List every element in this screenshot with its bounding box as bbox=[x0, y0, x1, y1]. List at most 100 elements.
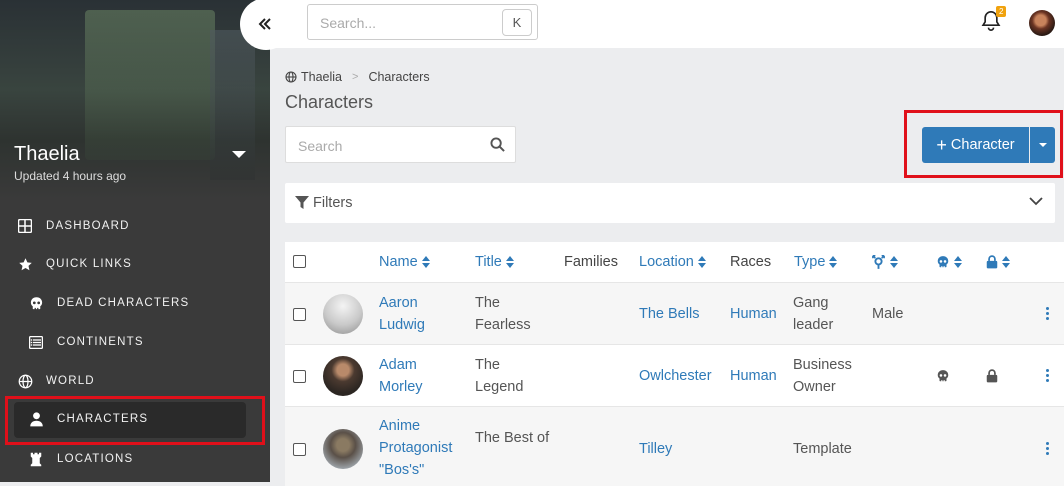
sidebar: Thaelia Updated 4 hours ago DASHBOARD QU… bbox=[0, 0, 270, 482]
sort-icon bbox=[829, 256, 838, 268]
filter-icon bbox=[295, 196, 309, 209]
breadcrumb-current[interactable]: Characters bbox=[368, 70, 429, 84]
character-avatar bbox=[323, 356, 363, 396]
sidebar-item-dashboard[interactable]: DASHBOARD bbox=[0, 208, 270, 244]
breadcrumb: Thaelia > Characters bbox=[285, 70, 430, 84]
sort-icon bbox=[505, 256, 514, 268]
column-header-location[interactable]: Location bbox=[639, 242, 706, 282]
sort-icon bbox=[1002, 256, 1010, 268]
search-placeholder: Search bbox=[298, 138, 343, 154]
character-race-link[interactable]: Human bbox=[730, 365, 777, 387]
sidebar-item-label: DEAD CHARACTERS bbox=[57, 297, 190, 309]
caret-down-icon bbox=[1038, 143, 1047, 147]
list-icon bbox=[27, 333, 45, 351]
lock-icon bbox=[986, 255, 998, 269]
column-header-label: Location bbox=[639, 254, 694, 270]
skull-icon bbox=[937, 370, 949, 382]
sidebar-item-quick-links[interactable]: QUICK LINKS bbox=[0, 246, 270, 282]
character-name-link[interactable]: Adam Morley bbox=[379, 354, 459, 398]
table-row[interactable]: Adam Morley The Legend Owlchester Human … bbox=[285, 344, 1064, 406]
table-row[interactable]: Aaron Ludwig The Fearless The Bells Huma… bbox=[285, 282, 1064, 344]
filters-label: Filters bbox=[313, 195, 353, 211]
dashboard-icon bbox=[16, 217, 34, 235]
character-name-link[interactable]: Anime Protagonist "Bos's" bbox=[379, 415, 469, 481]
filters-panel[interactable]: Filters bbox=[285, 183, 1055, 223]
sidebar-item-world[interactable]: WORLD bbox=[0, 363, 270, 399]
select-all-checkbox[interactable] bbox=[293, 255, 306, 268]
global-search-input[interactable]: Search... K bbox=[307, 4, 538, 40]
sidebar-item-label: LOCATIONS bbox=[57, 453, 134, 465]
user-avatar[interactable] bbox=[1029, 10, 1055, 36]
character-name-link[interactable]: Aaron Ludwig bbox=[379, 292, 459, 336]
sidebar-item-label: WORLD bbox=[46, 375, 95, 387]
column-header-label: Title bbox=[475, 254, 502, 270]
search-shortcut-key: K bbox=[502, 9, 532, 36]
globe-icon bbox=[285, 71, 297, 83]
breadcrumb-separator: > bbox=[352, 71, 359, 83]
column-header-gender[interactable] bbox=[871, 242, 898, 282]
character-type: Gang leader bbox=[793, 295, 834, 333]
column-header-label: Type bbox=[794, 254, 826, 270]
plus-icon: + bbox=[936, 135, 947, 155]
character-avatar bbox=[323, 429, 363, 469]
user-icon bbox=[27, 410, 45, 428]
column-header-label: Name bbox=[379, 254, 418, 270]
skull-icon bbox=[27, 294, 45, 312]
characters-table: Name Title Families Location Races Type … bbox=[285, 242, 1064, 486]
sidebar-item-label: DASHBOARD bbox=[46, 220, 130, 232]
character-type: Business Owner bbox=[793, 357, 852, 395]
notification-count-badge: 2 bbox=[996, 6, 1007, 17]
breadcrumb-root[interactable]: Thaelia bbox=[301, 70, 342, 84]
column-header-private[interactable] bbox=[986, 242, 1010, 282]
sidebar-item-continents[interactable]: CONTINENTS bbox=[0, 324, 270, 360]
chess-rook-icon bbox=[27, 450, 45, 468]
character-gender: Male bbox=[872, 306, 904, 322]
character-type: Template bbox=[793, 441, 852, 457]
sidebar-item-label: CONTINENTS bbox=[57, 336, 144, 348]
globe-icon bbox=[16, 372, 34, 390]
sort-icon bbox=[421, 256, 430, 268]
new-character-dropdown-button[interactable] bbox=[1030, 127, 1055, 163]
column-header-name[interactable]: Name bbox=[379, 242, 430, 282]
table-row[interactable]: Anime Protagonist "Bos's" The Best of Ti… bbox=[285, 406, 1064, 486]
column-header-races: Races bbox=[730, 254, 772, 270]
double-chevron-left-icon bbox=[258, 18, 271, 30]
character-avatar bbox=[323, 294, 363, 334]
sidebar-item-label: QUICK LINKS bbox=[46, 258, 133, 270]
character-title: The Legend bbox=[475, 357, 524, 395]
global-search-placeholder: Search... bbox=[320, 15, 377, 31]
character-race-link[interactable]: Human bbox=[730, 303, 777, 325]
character-location-link[interactable]: The Bells bbox=[639, 303, 699, 325]
row-actions-icon[interactable] bbox=[1046, 307, 1050, 320]
row-actions-icon[interactable] bbox=[1046, 369, 1050, 382]
new-character-label: Character bbox=[950, 137, 1015, 153]
character-location-link[interactable]: Owlchester bbox=[639, 365, 712, 387]
sidebar-item-dead-characters[interactable]: DEAD CHARACTERS bbox=[0, 285, 270, 321]
row-actions-icon[interactable] bbox=[1046, 442, 1050, 455]
chevron-down-icon[interactable] bbox=[1029, 194, 1043, 208]
collapse-sidebar-button[interactable] bbox=[240, 0, 290, 48]
page-title: Characters bbox=[285, 92, 374, 112]
sort-icon bbox=[954, 256, 962, 268]
sidebar-item-characters[interactable]: CHARACTERS bbox=[0, 401, 270, 438]
new-character-button[interactable]: + Character bbox=[922, 127, 1029, 163]
column-header-title[interactable]: Title bbox=[475, 242, 514, 282]
row-checkbox[interactable] bbox=[293, 370, 306, 383]
row-checkbox[interactable] bbox=[293, 443, 306, 456]
campaign-name[interactable]: Thaelia bbox=[14, 143, 80, 166]
search-icon[interactable] bbox=[490, 137, 505, 152]
row-checkbox[interactable] bbox=[293, 308, 306, 321]
sidebar-item-locations[interactable]: LOCATIONS bbox=[0, 441, 270, 477]
column-header-dead[interactable] bbox=[936, 242, 962, 282]
column-header-families: Families bbox=[564, 254, 618, 270]
column-header-type[interactable]: Type bbox=[794, 242, 838, 282]
character-title: The Best of bbox=[475, 430, 550, 446]
lock-icon bbox=[986, 369, 998, 383]
campaign-updated: Updated 4 hours ago bbox=[14, 169, 127, 183]
character-search-input[interactable]: Search bbox=[285, 126, 516, 163]
skull-icon bbox=[937, 256, 949, 268]
gender-icon bbox=[872, 255, 885, 269]
campaign-dropdown-icon[interactable] bbox=[232, 151, 246, 158]
sort-icon bbox=[697, 256, 706, 268]
character-location-link[interactable]: Tilley bbox=[639, 438, 672, 460]
